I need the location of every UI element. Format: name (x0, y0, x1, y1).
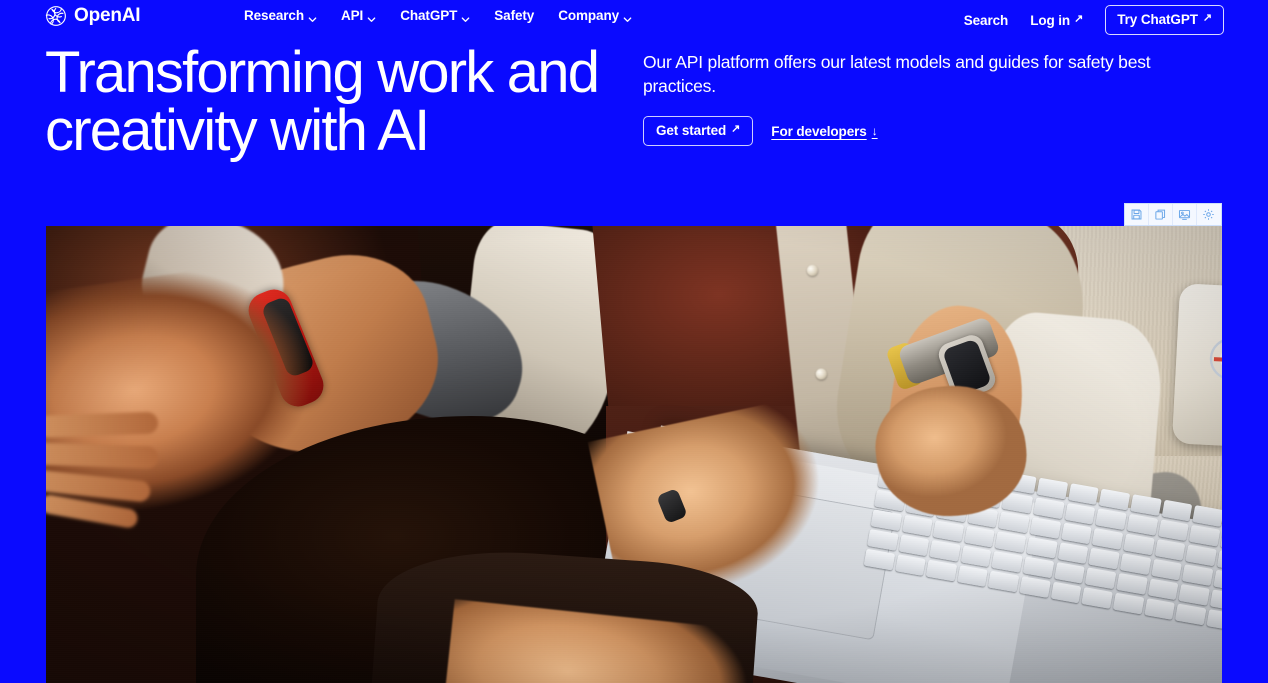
login-label: Log in (1030, 12, 1071, 28)
chevron-down-icon (623, 12, 632, 22)
photo-shirt-button (815, 367, 828, 381)
nav-actions: Search Log in ↗ Try ChatGPT ↗ (964, 5, 1224, 35)
chevron-down-icon (308, 12, 317, 22)
try-chatgpt-button[interactable]: Try ChatGPT ↗ (1105, 5, 1224, 35)
image-floating-toolbar (1124, 203, 1222, 226)
nav-item-safety[interactable]: Safety (494, 8, 534, 23)
nav-item-label: Research (244, 8, 304, 23)
gear-icon[interactable] (1197, 204, 1221, 225)
photo-shirt-button (806, 264, 819, 277)
search-link[interactable]: Search (963, 12, 1009, 28)
top-navigation-bar: OpenAI Research API ChatGPT Safety Compa… (0, 0, 1268, 35)
hero-image (46, 226, 1222, 683)
brand-name: OpenAI (74, 5, 141, 26)
nav-item-company[interactable]: Company (558, 8, 632, 23)
openai-logo-icon (45, 5, 67, 27)
nav-item-label: Company (558, 8, 620, 23)
chevron-down-icon (461, 12, 470, 22)
nav-item-label: Safety (494, 8, 535, 23)
hero-right-column: Our API platform offers our latest model… (643, 50, 1223, 146)
hero-image-content (46, 226, 1222, 683)
search-label: Search (963, 12, 1009, 28)
brand-home-link[interactable]: OpenAI (45, 5, 141, 27)
page-root: OpenAI Research API ChatGPT Safety Compa… (0, 0, 1268, 683)
hero-cta-group: Get started ↗ For developers ↓ (643, 116, 1223, 146)
try-chatgpt-label: Try ChatGPT (1117, 12, 1198, 27)
save-icon[interactable] (1125, 204, 1149, 225)
primary-nav: Research API ChatGPT Safety Company (244, 8, 632, 23)
image-icon[interactable] (1173, 204, 1197, 225)
copy-icon[interactable] (1149, 204, 1173, 225)
nav-item-research[interactable]: Research (244, 8, 317, 23)
for-developers-label: For developers (771, 123, 867, 139)
for-developers-link[interactable]: For developers ↓ (771, 124, 877, 139)
nav-item-label: API (341, 8, 364, 23)
arrow-down-icon: ↓ (871, 124, 878, 138)
arrow-up-right-icon: ↗ (1074, 12, 1084, 25)
nav-item-api[interactable]: API (341, 8, 376, 23)
photo-phone-logo (1207, 335, 1222, 383)
nav-item-chatgpt[interactable]: ChatGPT (400, 8, 470, 23)
arrow-up-right-icon: ↗ (731, 123, 741, 135)
chevron-down-icon (367, 12, 376, 22)
hero-description: Our API platform offers our latest model… (643, 52, 1151, 96)
get-started-label: Get started (656, 123, 727, 138)
arrow-up-right-icon: ↗ (1202, 12, 1212, 24)
login-link[interactable]: Log in ↗ (1030, 13, 1083, 28)
get-started-button[interactable]: Get started ↗ (643, 116, 754, 146)
nav-item-label: ChatGPT (400, 8, 458, 23)
hero-headline: Transforming work and creativity with AI (45, 40, 600, 163)
